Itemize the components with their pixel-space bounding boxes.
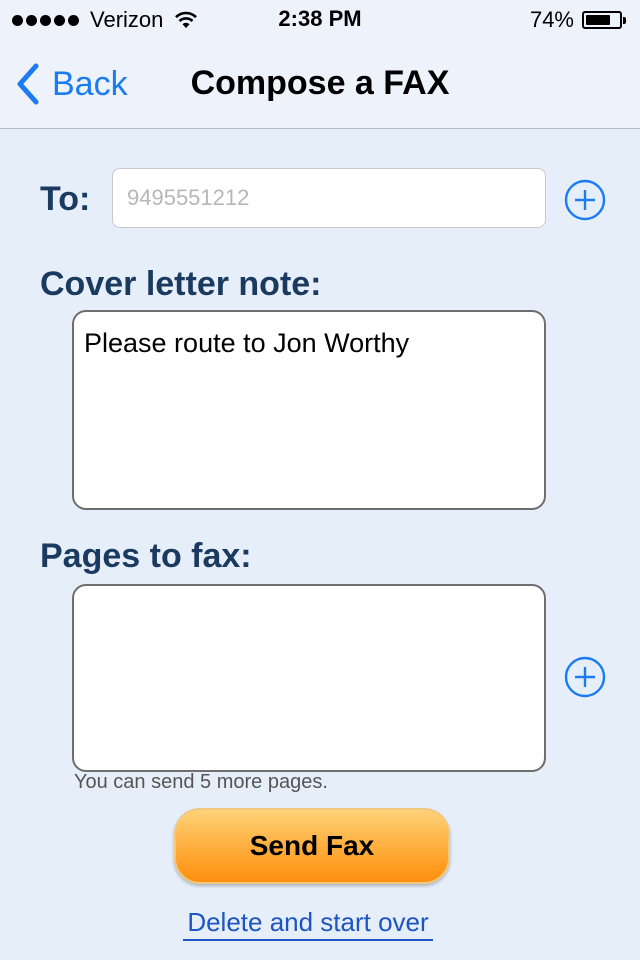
pages-to-fax-label: Pages to fax: [40, 537, 252, 575]
battery-level [586, 15, 610, 25]
send-fax-label: Send Fax [249, 830, 375, 861]
cover-letter-textarea[interactable]: Please route to Jon Worthy [72, 310, 546, 510]
to-label: To: [40, 180, 91, 218]
battery-percent: 74% [529, 7, 574, 32]
chevron-left-icon [17, 63, 39, 105]
cover-letter-text: Please route to Jon Worthy [84, 328, 410, 358]
add-page-icon[interactable] [564, 656, 606, 698]
fax-number-input[interactable] [112, 168, 546, 228]
back-label: Back [52, 64, 128, 103]
battery-icon [582, 11, 626, 29]
send-fax-button[interactable]: Send Fax [174, 808, 450, 884]
status-bar: Verizon 2:38 PM 74% [0, 0, 640, 40]
page-title: Compose a FAX [190, 64, 450, 102]
delete-and-start-over-link[interactable]: Delete and start over [183, 907, 433, 941]
status-right: 74% [530, 6, 626, 34]
navigation-bar: Back Compose a FAX [0, 40, 640, 129]
add-recipient-icon[interactable] [564, 179, 606, 221]
back-button[interactable]: Back [14, 60, 128, 108]
pages-to-fax-box[interactable] [72, 584, 546, 772]
pages-remaining-note: You can send 5 more pages. [74, 771, 328, 793]
cover-letter-label: Cover letter note: [40, 265, 322, 303]
